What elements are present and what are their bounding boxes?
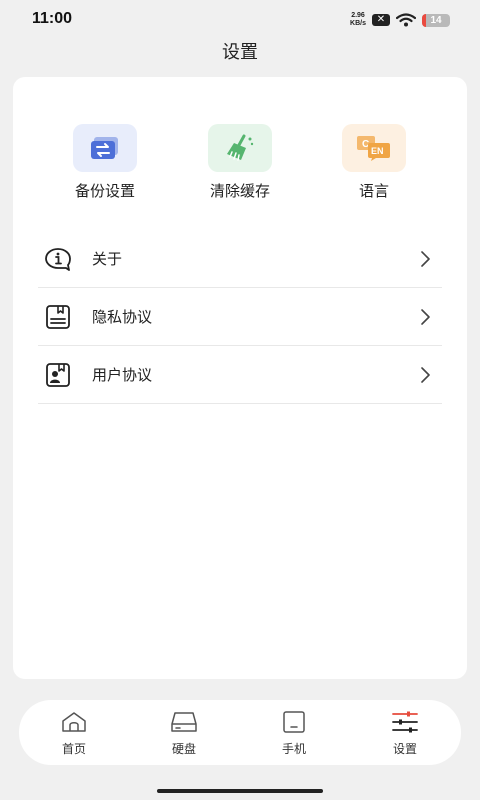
broom-icon (208, 124, 272, 172)
clear-cache-label: 清除缓存 (209, 182, 270, 200)
nav-label: 首页 (61, 742, 86, 756)
language-button[interactable]: C EN 语言 (314, 124, 434, 201)
bottom-nav: 首页 硬盘 手机 设置 (19, 700, 461, 765)
page-title: 设置 (222, 42, 258, 63)
nav-label: 设置 (392, 742, 417, 756)
nav-label: 手机 (281, 742, 306, 756)
network-speed: 2.96 KB/s (350, 12, 366, 28)
no-signal-icon: ✕ (372, 14, 390, 26)
chevron-right-icon (421, 367, 430, 383)
settings-card: 备份设置 清除缓存 C EN 语言 关于 隐私协议 用户协议 (13, 77, 467, 679)
language-icon: C EN (342, 124, 406, 172)
home-icon (60, 710, 88, 734)
status-indicators: 2.96 KB/s ✕ 14 (350, 10, 450, 30)
settings-sliders-icon (391, 710, 419, 734)
status-bar: 11:00 2.96 KB/s ✕ 14 (0, 0, 480, 40)
backup-settings-label: 备份设置 (74, 182, 135, 200)
nav-item-home[interactable]: 首页 (34, 710, 114, 757)
privacy-doc-icon (44, 303, 72, 331)
nav-label: 硬盘 (171, 742, 196, 756)
menu-item-label: 用户协议 (92, 366, 153, 384)
nav-item-drive[interactable]: 硬盘 (144, 710, 224, 757)
network-speed-unit: KB/s (350, 20, 366, 27)
clear-cache-button[interactable]: 清除缓存 (180, 124, 300, 201)
battery-icon: 14 (422, 13, 450, 27)
backup-icon (73, 124, 137, 172)
network-speed-value: 2.96 (351, 12, 365, 19)
battery-fill (422, 13, 426, 27)
home-indicator (157, 789, 323, 793)
chevron-right-icon (421, 309, 430, 325)
quick-actions: 备份设置 清除缓存 C EN 语言 (13, 124, 467, 214)
menu-item-label: 隐私协议 (92, 308, 153, 326)
backup-settings-button[interactable]: 备份设置 (45, 124, 165, 201)
user-agreement-icon (44, 361, 72, 389)
battery-level: 14 (430, 14, 442, 26)
info-icon (44, 245, 72, 273)
language-label: 语言 (358, 182, 389, 200)
wifi-icon (396, 13, 416, 27)
menu-item-user-agreement[interactable]: 用户协议 (38, 346, 442, 404)
menu-item-privacy-policy[interactable]: 隐私协议 (38, 288, 442, 346)
nav-item-settings[interactable]: 设置 (365, 710, 445, 757)
settings-menu: 关于 隐私协议 用户协议 (38, 230, 442, 404)
phone-icon (280, 710, 308, 734)
drive-icon (170, 710, 198, 734)
language-icon-text-en: EN (371, 146, 384, 156)
status-time: 11:00 (32, 10, 73, 27)
menu-item-label: 关于 (92, 250, 123, 268)
chevron-right-icon (421, 251, 430, 267)
nav-item-phone[interactable]: 手机 (254, 710, 334, 757)
menu-item-about[interactable]: 关于 (38, 230, 442, 288)
